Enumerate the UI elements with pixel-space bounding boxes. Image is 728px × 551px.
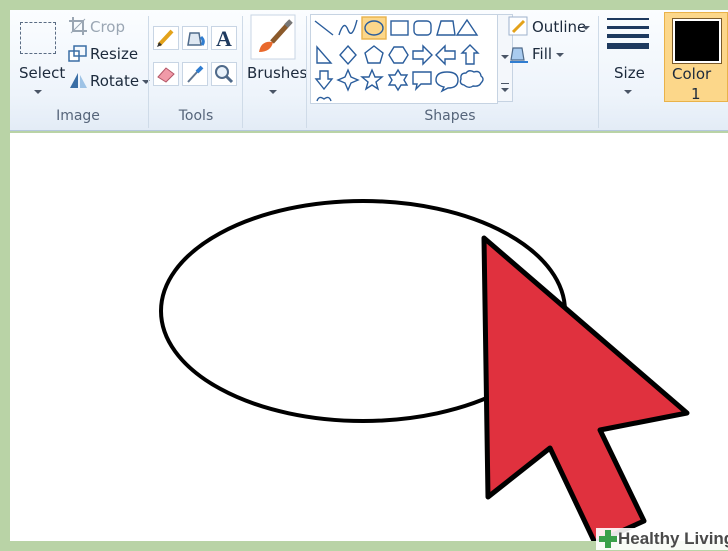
color-1-swatch — [672, 18, 722, 64]
select-label: Select — [19, 64, 66, 82]
color-picker-tool-button[interactable] — [182, 62, 208, 86]
size-lines-icon — [607, 18, 649, 49]
brush-icon — [250, 14, 296, 60]
brushes-button[interactable]: Brushes — [244, 12, 307, 102]
rectangle-shape-icon[interactable] — [390, 20, 409, 36]
group-separator — [598, 16, 599, 128]
canvas-drawing — [159, 199, 690, 546]
fill-bucket-icon — [187, 32, 205, 46]
oval-callout-shape-icon[interactable] — [435, 71, 459, 93]
diamond-shape-icon[interactable] — [339, 44, 357, 66]
right-triangle-shape-icon[interactable] — [316, 45, 333, 64]
size-dropdown-caret — [624, 90, 632, 94]
eraser-tool-button[interactable] — [153, 62, 179, 86]
drawing-canvas[interactable] — [10, 133, 728, 546]
group-separator — [242, 16, 243, 128]
brushes-dropdown-caret — [269, 90, 277, 94]
resize-label: Resize — [90, 45, 139, 63]
line-shape-icon[interactable] — [314, 20, 334, 36]
brushes-label: Brushes — [247, 64, 308, 82]
fill-label: Fill — [532, 45, 553, 63]
shapes-gallery[interactable] — [310, 14, 498, 104]
mouse-pointer-icon — [481, 235, 690, 546]
expand-gallery-caret[interactable] — [501, 88, 509, 92]
health-cross-icon — [599, 530, 617, 548]
left-arrow-shape-icon[interactable] — [435, 44, 456, 66]
magnifier-tool-button[interactable] — [211, 62, 237, 86]
group-separator — [306, 16, 307, 128]
rounded-rectangle-shape-icon[interactable] — [413, 20, 432, 36]
oval-shape-icon[interactable] — [361, 16, 387, 40]
eraser-icon — [157, 67, 175, 83]
curve-shape-icon[interactable] — [338, 19, 358, 36]
crop-button[interactable]: Crop — [66, 16, 146, 38]
fill-button[interactable]: Fill — [508, 43, 568, 65]
watermark: Healthy Living — [596, 528, 728, 550]
outline-label: Outline — [532, 18, 587, 36]
pencil-icon — [157, 29, 174, 47]
select-dropdown-caret — [34, 90, 42, 94]
select-rectangle-icon — [20, 22, 56, 54]
resize-button[interactable]: Resize — [66, 43, 146, 65]
heart-shape-icon[interactable] — [316, 96, 332, 102]
color-1-number: 1 — [691, 85, 701, 103]
fill-bucket-icon — [510, 47, 528, 63]
outline-dropdown-caret — [582, 26, 590, 30]
group-separator — [148, 16, 149, 128]
color-1-button[interactable]: Color 1 — [664, 12, 728, 103]
watermark-text: Healthy Living — [618, 529, 728, 548]
fill-dropdown-caret — [556, 53, 564, 57]
crop-label: Crop — [90, 18, 126, 36]
cloud-callout-shape-icon[interactable] — [459, 70, 484, 88]
text-tool-button[interactable]: A — [211, 26, 237, 51]
size-button[interactable]: Size — [602, 12, 654, 102]
tools-group-label: Tools — [178, 108, 214, 124]
outline-pencil-icon — [508, 16, 528, 36]
ribbon: Select Crop Resize Rotate Image A Tools … — [10, 10, 728, 131]
rotate-button[interactable]: Rotate — [66, 70, 150, 92]
shapes-group-label: Shapes — [424, 108, 476, 124]
up-arrow-shape-icon[interactable] — [460, 44, 480, 65]
rotate-label: Rotate — [90, 72, 140, 90]
rect-callout-shape-icon[interactable] — [412, 71, 432, 92]
four-point-star-shape-icon[interactable] — [336, 68, 360, 92]
color-1-label: Color — [672, 65, 712, 83]
five-point-star-shape-icon[interactable] — [360, 68, 384, 91]
resize-icon — [68, 45, 87, 62]
right-arrow-shape-icon[interactable] — [412, 44, 433, 66]
fill-bucket-tool-button[interactable] — [182, 26, 208, 50]
outline-button[interactable]: Outline — [508, 16, 592, 38]
down-arrow-shape-icon[interactable] — [314, 70, 334, 91]
image-group-label: Image — [56, 108, 100, 124]
triangle-shape-icon[interactable] — [455, 18, 479, 36]
pentagon-shape-icon[interactable] — [364, 45, 384, 64]
text-icon: A — [216, 26, 232, 51]
rotate-icon — [70, 73, 87, 88]
polygon-shape-icon[interactable] — [436, 20, 456, 36]
pencil-tool-button[interactable] — [153, 26, 179, 50]
magnifier-icon — [215, 65, 234, 84]
color-picker-icon — [187, 65, 204, 83]
crop-icon — [69, 17, 87, 35]
hexagon-shape-icon[interactable] — [388, 46, 409, 64]
six-point-star-shape-icon[interactable] — [387, 68, 409, 92]
size-label: Size — [614, 64, 645, 82]
select-button[interactable]: Select — [12, 12, 66, 102]
expand-gallery-icon[interactable] — [501, 83, 509, 84]
